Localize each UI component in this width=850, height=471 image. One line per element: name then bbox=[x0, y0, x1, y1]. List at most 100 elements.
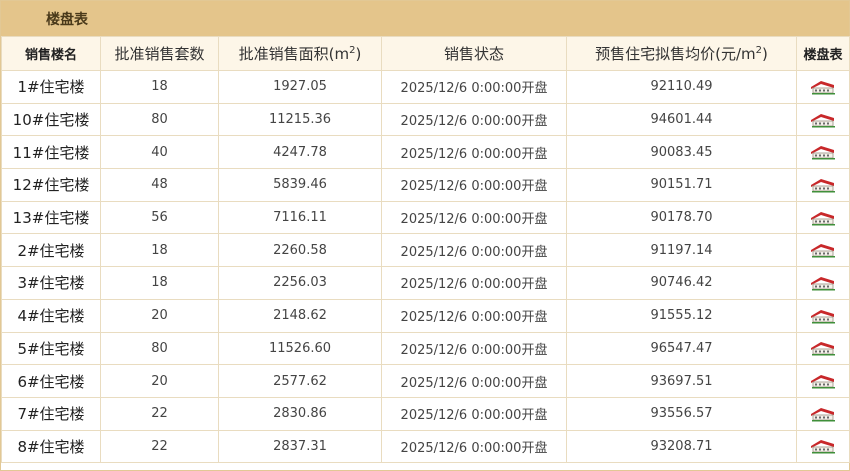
building-name-cell: 11#住宅楼 bbox=[1, 135, 101, 170]
table-row: 3#住宅楼 18 2256.03 2025/12/6 0:00:00开盘 90746.4… bbox=[1, 266, 850, 300]
table-header-row: 销售楼名 批准销售套数 批准销售面积(m2) 销售状态 预售住宅拟售均价(元/m… bbox=[1, 36, 850, 71]
house-icon[interactable] bbox=[810, 243, 836, 258]
col-header-units: 批准销售套数 bbox=[100, 36, 219, 71]
area-cell: 2260.58 bbox=[218, 233, 382, 268]
units-cell: 20 bbox=[100, 364, 219, 398]
status-cell: 2025/12/6 0:00:00开盘 bbox=[381, 168, 567, 202]
building-table-link[interactable] bbox=[796, 233, 850, 268]
table-row: 1#住宅楼 18 1927.05 2025/12/6 0:00:00开盘 92110.4… bbox=[1, 70, 850, 104]
price-cell: 93697.51 bbox=[566, 364, 797, 398]
area-cell: 7116.11 bbox=[218, 200, 382, 235]
building-table-link[interactable] bbox=[796, 364, 850, 398]
status-cell: 2025/12/6 0:00:00开盘 bbox=[381, 70, 567, 104]
status-cell: 2025/12/6 0:00:00开盘 bbox=[381, 102, 567, 137]
building-name-cell: 3#住宅楼 bbox=[1, 266, 101, 300]
col-header-status: 销售状态 bbox=[381, 36, 567, 71]
building-name-cell: 6#住宅楼 bbox=[1, 364, 101, 398]
house-icon[interactable] bbox=[810, 79, 836, 95]
building-name-cell: 2#住宅楼 bbox=[1, 233, 101, 268]
table-row: 10#住宅楼 80 11215.36 2025/12/6 0:00:00开盘 94601… bbox=[1, 102, 850, 137]
col-header-building: 销售楼名 bbox=[1, 36, 101, 71]
building-table-link[interactable] bbox=[796, 135, 850, 170]
house-icon[interactable] bbox=[810, 177, 836, 193]
price-cell: 90178.70 bbox=[566, 200, 797, 235]
area-cell: 11526.60 bbox=[218, 331, 382, 366]
status-cell: 2025/12/6 0:00:00开盘 bbox=[381, 331, 567, 366]
table-row: 6#住宅楼 20 2577.62 2025/12/6 0:00:00开盘 93697.5… bbox=[1, 364, 850, 398]
price-cell: 90746.42 bbox=[566, 266, 797, 300]
table-row: 13#住宅楼 56 7116.11 2025/12/6 0:00:00开盘 90178.… bbox=[1, 200, 850, 235]
area-cell: 2256.03 bbox=[218, 266, 382, 300]
units-cell: 80 bbox=[100, 331, 219, 366]
table-row: 12#住宅楼 48 5839.46 2025/12/6 0:00:00开盘 90151.… bbox=[1, 168, 850, 202]
building-table-link[interactable] bbox=[796, 200, 850, 235]
units-cell: 22 bbox=[100, 429, 219, 464]
units-cell: 40 bbox=[100, 135, 219, 170]
panel-title: 楼盘表 bbox=[1, 1, 849, 36]
building-table-link[interactable] bbox=[796, 168, 850, 202]
area-cell: 2830.86 bbox=[218, 396, 382, 431]
price-cell: 93556.57 bbox=[566, 396, 797, 431]
status-cell: 2025/12/6 0:00:00开盘 bbox=[381, 364, 567, 398]
units-cell: 20 bbox=[100, 298, 219, 333]
price-cell: 90083.45 bbox=[566, 135, 797, 170]
house-icon[interactable] bbox=[810, 374, 836, 389]
building-name-cell: 10#住宅楼 bbox=[1, 102, 101, 137]
building-name-cell: 13#住宅楼 bbox=[1, 200, 101, 235]
table-row: 5#住宅楼 80 11526.60 2025/12/6 0:00:00开盘 96547.… bbox=[1, 331, 850, 366]
status-cell: 2025/12/6 0:00:00开盘 bbox=[381, 200, 567, 235]
area-cell: 1927.05 bbox=[218, 70, 382, 104]
house-icon[interactable] bbox=[810, 341, 836, 356]
house-icon[interactable] bbox=[810, 308, 836, 324]
area-cell: 2148.62 bbox=[218, 298, 382, 333]
area-cell: 4247.78 bbox=[218, 135, 382, 170]
building-table-link[interactable] bbox=[796, 266, 850, 300]
status-cell: 2025/12/6 0:00:00开盘 bbox=[381, 135, 567, 170]
units-cell: 48 bbox=[100, 168, 219, 202]
house-icon[interactable] bbox=[810, 210, 836, 226]
col-header-price: 预售住宅拟售均价(元/m2) bbox=[566, 36, 797, 71]
building-table-panel: 楼盘表 销售楼名 批准销售套数 批准销售面积(m2) 销售状态 预售住宅拟售均价… bbox=[0, 0, 850, 471]
house-icon[interactable] bbox=[810, 112, 836, 128]
status-cell: 2025/12/6 0:00:00开盘 bbox=[381, 233, 567, 268]
building-table: 销售楼名 批准销售套数 批准销售面积(m2) 销售状态 预售住宅拟售均价(元/m… bbox=[1, 36, 850, 464]
building-name-cell: 5#住宅楼 bbox=[1, 331, 101, 366]
units-cell: 18 bbox=[100, 233, 219, 268]
area-cell: 11215.36 bbox=[218, 102, 382, 137]
house-icon[interactable] bbox=[810, 439, 836, 454]
area-cell: 2577.62 bbox=[218, 364, 382, 398]
units-cell: 18 bbox=[100, 70, 219, 104]
units-cell: 80 bbox=[100, 102, 219, 137]
table-row: 2#住宅楼 18 2260.58 2025/12/6 0:00:00开盘 91197.1… bbox=[1, 233, 850, 268]
col-header-table-link: 楼盘表 bbox=[796, 36, 850, 71]
table-row: 4#住宅楼 20 2148.62 2025/12/6 0:00:00开盘 91555.1… bbox=[1, 298, 850, 333]
building-name-cell: 4#住宅楼 bbox=[1, 298, 101, 333]
price-cell: 96547.47 bbox=[566, 331, 797, 366]
table-row: 7#住宅楼 22 2830.86 2025/12/6 0:00:00开盘 93556.5… bbox=[1, 396, 850, 431]
units-cell: 22 bbox=[100, 396, 219, 431]
price-cell: 93208.71 bbox=[566, 429, 797, 464]
building-table-link[interactable] bbox=[796, 429, 850, 464]
area-cell: 5839.46 bbox=[218, 168, 382, 202]
status-cell: 2025/12/6 0:00:00开盘 bbox=[381, 429, 567, 464]
status-cell: 2025/12/6 0:00:00开盘 bbox=[381, 396, 567, 431]
status-cell: 2025/12/6 0:00:00开盘 bbox=[381, 266, 567, 300]
table-row: 8#住宅楼 22 2837.31 2025/12/6 0:00:00开盘 93208.7… bbox=[1, 429, 850, 464]
building-table-link[interactable] bbox=[796, 70, 850, 104]
price-cell: 92110.49 bbox=[566, 70, 797, 104]
building-table-link[interactable] bbox=[796, 298, 850, 333]
building-table-link[interactable] bbox=[796, 102, 850, 137]
status-cell: 2025/12/6 0:00:00开盘 bbox=[381, 298, 567, 333]
building-table-link[interactable] bbox=[796, 396, 850, 431]
building-table-link[interactable] bbox=[796, 331, 850, 366]
units-cell: 56 bbox=[100, 200, 219, 235]
building-name-cell: 12#住宅楼 bbox=[1, 168, 101, 202]
building-name-cell: 8#住宅楼 bbox=[1, 429, 101, 464]
price-cell: 91197.14 bbox=[566, 233, 797, 268]
house-icon[interactable] bbox=[810, 275, 836, 291]
house-icon[interactable] bbox=[810, 145, 836, 160]
price-cell: 90151.71 bbox=[566, 168, 797, 202]
price-cell: 91555.12 bbox=[566, 298, 797, 333]
table-row: 11#住宅楼 40 4247.78 2025/12/6 0:00:00开盘 90083.… bbox=[1, 135, 850, 170]
house-icon[interactable] bbox=[810, 406, 836, 422]
